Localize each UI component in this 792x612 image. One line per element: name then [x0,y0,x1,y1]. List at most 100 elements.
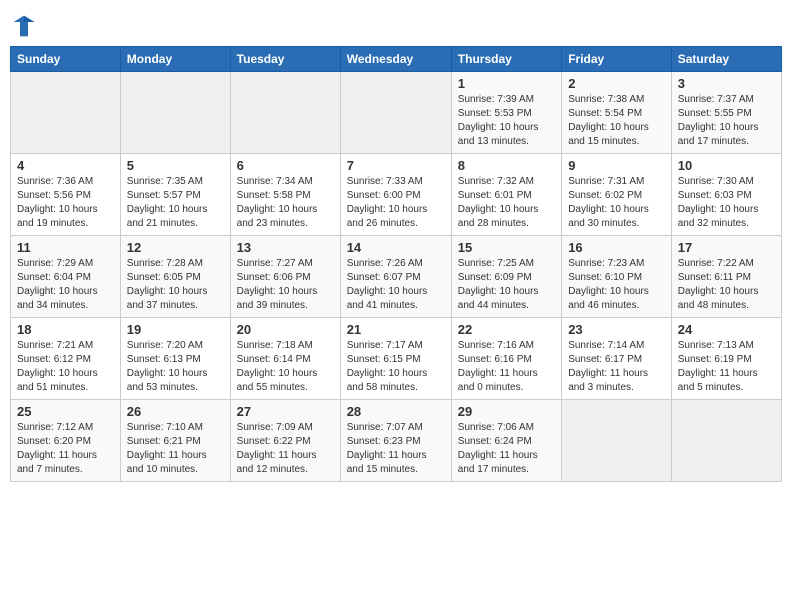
day-number: 15 [458,240,555,255]
day-info: Sunrise: 7:37 AM Sunset: 5:55 PM Dayligh… [678,93,775,149]
day-info: Sunrise: 7:27 AM Sunset: 6:06 PM Dayligh… [237,257,334,313]
calendar-cell: 5Sunrise: 7:35 AM Sunset: 5:57 PM Daylig… [120,154,230,236]
calendar-cell [340,72,451,154]
day-number: 27 [237,404,334,419]
day-info: Sunrise: 7:26 AM Sunset: 6:07 PM Dayligh… [347,257,445,313]
calendar-cell: 8Sunrise: 7:32 AM Sunset: 6:01 PM Daylig… [451,154,561,236]
day-number: 8 [458,158,555,173]
calendar-cell: 13 Sunrise: 7:27 AM Sunset: 6:06 PM Dayli… [230,236,340,318]
day-number: 2 [568,76,665,91]
calendar-cell: 2 Sunrise: 7:38 AM Sunset: 5:54 PM Daylig… [562,72,672,154]
day-info: Sunrise: 7:31 AM Sunset: 6:02 PM Dayligh… [568,175,665,231]
day-info: Sunrise: 7:22 AM Sunset: 6:11 PM Dayligh… [678,257,775,313]
day-info: Sunrise: 7:14 AM Sunset: 6:17 PM Dayligh… [568,339,665,395]
calendar-week-row: 1 Sunrise: 7:39 AM Sunset: 5:53 PM Daylig… [11,72,782,154]
day-number: 23 [568,322,665,337]
calendar-cell: 7 Sunrise: 7:33 AM Sunset: 6:00 PM Daylig… [340,154,451,236]
day-info: Sunrise: 7:38 AM Sunset: 5:54 PM Dayligh… [568,93,665,149]
day-number: 26 [127,404,224,419]
day-number: 4 [17,158,114,173]
day-number: 13 [237,240,334,255]
calendar-cell: 12 Sunrise: 7:28 AM Sunset: 6:05 PM Dayli… [120,236,230,318]
day-info: Sunrise: 7:30 AM Sunset: 6:03 PM Dayligh… [678,175,775,231]
day-number: 7 [347,158,445,173]
day-info: Sunrise: 7:25 AM Sunset: 6:09 PM Dayligh… [458,257,555,313]
day-info: Sunrise: 7:34 AM Sunset: 5:58 PM Dayligh… [237,175,334,231]
calendar-cell: 23 Sunrise: 7:14 AM Sunset: 6:17 PM Dayli… [562,318,672,400]
day-info: Sunrise: 7:17 AM Sunset: 6:15 PM Dayligh… [347,339,445,395]
day-info: Sunrise: 7:10 AM Sunset: 6:21 PM Dayligh… [127,421,224,477]
day-number: 12 [127,240,224,255]
day-number: 9 [568,158,665,173]
day-info: Sunrise: 7:33 AM Sunset: 6:00 PM Dayligh… [347,175,445,231]
day-number: 24 [678,322,775,337]
day-number: 11 [17,240,114,255]
day-number: 16 [568,240,665,255]
calendar-cell [11,72,121,154]
day-number: 25 [17,404,114,419]
calendar-cell: 9 Sunrise: 7:31 AM Sunset: 6:02 PM Daylig… [562,154,672,236]
calendar-week-row: 18Sunrise: 7:21 AM Sunset: 6:12 PM Dayli… [11,318,782,400]
day-info: Sunrise: 7:09 AM Sunset: 6:22 PM Dayligh… [237,421,334,477]
calendar-cell: 17 Sunrise: 7:22 AM Sunset: 6:11 PM Dayli… [671,236,781,318]
day-number: 21 [347,322,445,337]
calendar-cell: 22 Sunrise: 7:16 AM Sunset: 6:16 PM Dayli… [451,318,561,400]
day-number: 19 [127,322,224,337]
day-info: Sunrise: 7:18 AM Sunset: 6:14 PM Dayligh… [237,339,334,395]
calendar-cell [671,400,781,482]
calendar-cell: 26 Sunrise: 7:10 AM Sunset: 6:21 PM Dayli… [120,400,230,482]
calendar-cell: 24 Sunrise: 7:13 AM Sunset: 6:19 PM Dayli… [671,318,781,400]
calendar-cell: 19 Sunrise: 7:20 AM Sunset: 6:13 PM Dayli… [120,318,230,400]
calendar-week-row: 11 Sunrise: 7:29 AM Sunset: 6:04 PM Dayli… [11,236,782,318]
day-info: Sunrise: 7:29 AM Sunset: 6:04 PM Dayligh… [17,257,114,313]
day-info: Sunrise: 7:07 AM Sunset: 6:23 PM Dayligh… [347,421,445,477]
calendar-cell: 20 Sunrise: 7:18 AM Sunset: 6:14 PM Dayli… [230,318,340,400]
calendar-cell: 21 Sunrise: 7:17 AM Sunset: 6:15 PM Dayli… [340,318,451,400]
weekday-header-monday: Monday [120,47,230,72]
day-info: Sunrise: 7:21 AM Sunset: 6:12 PM Dayligh… [17,339,114,395]
calendar-cell: 6 Sunrise: 7:34 AM Sunset: 5:58 PM Daylig… [230,154,340,236]
day-number: 20 [237,322,334,337]
calendar-cell: 1 Sunrise: 7:39 AM Sunset: 5:53 PM Daylig… [451,72,561,154]
day-info: Sunrise: 7:39 AM Sunset: 5:53 PM Dayligh… [458,93,555,149]
calendar-cell: 25 Sunrise: 7:12 AM Sunset: 6:20 PM Dayli… [11,400,121,482]
calendar-cell: 15 Sunrise: 7:25 AM Sunset: 6:09 PM Dayli… [451,236,561,318]
calendar-cell: 28 Sunrise: 7:07 AM Sunset: 6:23 PM Dayli… [340,400,451,482]
day-info: Sunrise: 7:23 AM Sunset: 6:10 PM Dayligh… [568,257,665,313]
calendar-cell: 10Sunrise: 7:30 AM Sunset: 6:03 PM Dayli… [671,154,781,236]
logo [10,14,36,38]
day-number: 14 [347,240,445,255]
day-number: 5 [127,158,224,173]
calendar-table: SundayMondayTuesdayWednesdayThursdayFrid… [10,46,782,482]
day-number: 29 [458,404,555,419]
weekday-header-sunday: Sunday [11,47,121,72]
day-info: Sunrise: 7:36 AM Sunset: 5:56 PM Dayligh… [17,175,114,231]
day-info: Sunrise: 7:16 AM Sunset: 6:16 PM Dayligh… [458,339,555,395]
calendar-cell: 27 Sunrise: 7:09 AM Sunset: 6:22 PM Dayli… [230,400,340,482]
day-number: 6 [237,158,334,173]
calendar-cell: 16 Sunrise: 7:23 AM Sunset: 6:10 PM Dayli… [562,236,672,318]
day-number: 28 [347,404,445,419]
day-info: Sunrise: 7:28 AM Sunset: 6:05 PM Dayligh… [127,257,224,313]
day-info: Sunrise: 7:13 AM Sunset: 6:19 PM Dayligh… [678,339,775,395]
day-number: 1 [458,76,555,91]
day-number: 17 [678,240,775,255]
calendar-cell [230,72,340,154]
calendar-cell: 29 Sunrise: 7:06 AM Sunset: 6:24 PM Dayli… [451,400,561,482]
weekday-header-saturday: Saturday [671,47,781,72]
calendar-cell [120,72,230,154]
day-number: 22 [458,322,555,337]
calendar-cell: 3 Sunrise: 7:37 AM Sunset: 5:55 PM Daylig… [671,72,781,154]
weekday-header-friday: Friday [562,47,672,72]
day-info: Sunrise: 7:20 AM Sunset: 6:13 PM Dayligh… [127,339,224,395]
calendar-cell: 4 Sunrise: 7:36 AM Sunset: 5:56 PM Daylig… [11,154,121,236]
day-number: 3 [678,76,775,91]
day-info: Sunrise: 7:12 AM Sunset: 6:20 PM Dayligh… [17,421,114,477]
calendar-cell [562,400,672,482]
calendar-cell: 11 Sunrise: 7:29 AM Sunset: 6:04 PM Dayli… [11,236,121,318]
logo-flag-icon [12,14,36,38]
day-info: Sunrise: 7:06 AM Sunset: 6:24 PM Dayligh… [458,421,555,477]
calendar-week-row: 25 Sunrise: 7:12 AM Sunset: 6:20 PM Dayli… [11,400,782,482]
weekday-header-row: SundayMondayTuesdayWednesdayThursdayFrid… [11,47,782,72]
weekday-header-thursday: Thursday [451,47,561,72]
